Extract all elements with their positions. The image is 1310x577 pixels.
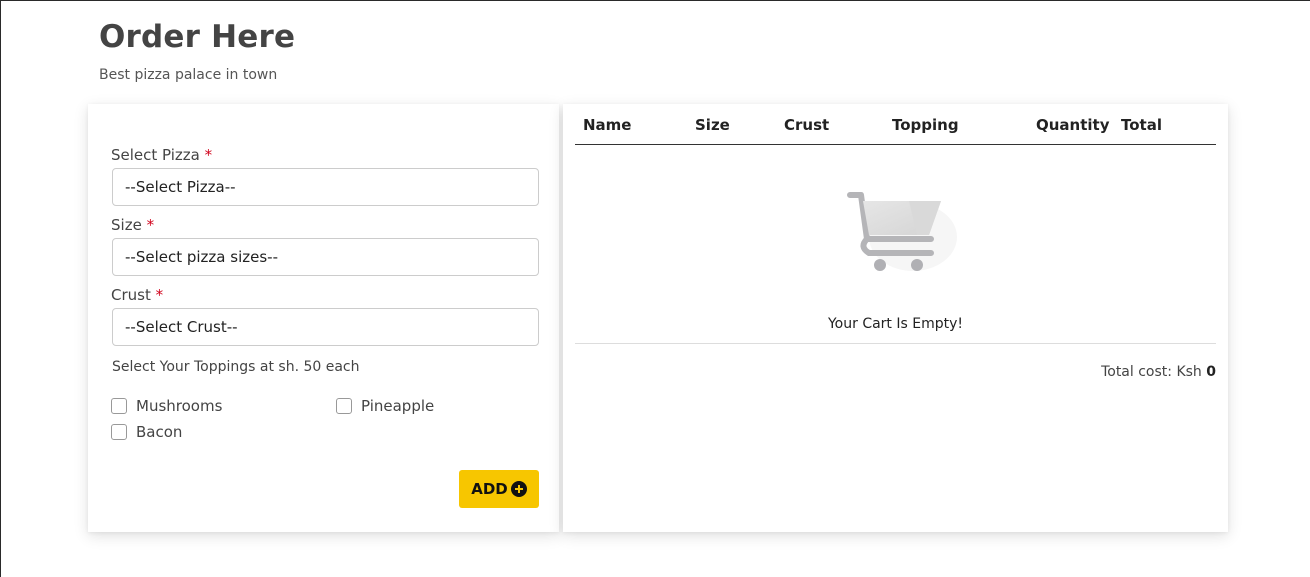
total-cost-value: 0 — [1206, 364, 1216, 380]
topping-bacon[interactable]: Bacon — [111, 423, 182, 441]
page-title: Order Here — [99, 19, 296, 55]
add-button-label: ADD — [471, 480, 508, 498]
column-header-total: Total — [1121, 116, 1162, 134]
toppings-label: Select Your Toppings at sh. 50 each — [112, 359, 360, 375]
shopping-cart-icon — [847, 192, 957, 271]
total-cost-label: Total cost: Ksh — [1101, 364, 1202, 380]
crust-label: Crust * — [111, 286, 163, 304]
total-cost: Total cost: Ksh 0 — [1101, 364, 1216, 380]
cart-card: Name Size Crust Topping Quantity Total Y… — [563, 104, 1228, 532]
size-label: Size * — [111, 216, 154, 234]
add-button[interactable]: ADD — [459, 470, 539, 508]
column-header-topping: Topping — [892, 116, 959, 134]
topping-pineapple[interactable]: Pineapple — [336, 397, 434, 415]
size-label-text: Size — [111, 216, 142, 234]
topping-label: Mushrooms — [136, 397, 223, 415]
pizza-select[interactable]: --Select Pizza-- — [112, 168, 539, 206]
required-marker: * — [155, 286, 164, 304]
column-header-crust: Crust — [784, 116, 830, 134]
crust-select[interactable]: --Select Crust-- — [112, 308, 539, 346]
pineapple-checkbox[interactable] — [336, 398, 352, 414]
column-header-size: Size — [695, 116, 730, 134]
pizza-label-text: Select Pizza — [111, 146, 200, 164]
mushrooms-checkbox[interactable] — [111, 398, 127, 414]
plus-circle-icon — [510, 481, 527, 497]
column-header-quantity: Quantity — [1036, 116, 1110, 134]
order-form-card: Select Pizza * --Select Pizza-- Size * -… — [88, 104, 559, 532]
column-header-name: Name — [583, 116, 632, 134]
pizza-label: Select Pizza * — [111, 146, 212, 164]
cart-divider — [575, 343, 1216, 344]
bacon-checkbox[interactable] — [111, 424, 127, 440]
required-marker: * — [146, 216, 155, 234]
crust-label-text: Crust — [111, 286, 151, 304]
required-marker: * — [204, 146, 213, 164]
table-header-divider — [575, 144, 1216, 145]
size-select[interactable]: --Select pizza sizes-- — [112, 238, 539, 276]
topping-label: Bacon — [136, 423, 183, 441]
page-header: Order Here Best pizza palace in town — [99, 19, 295, 83]
topping-label: Pineapple — [361, 397, 435, 415]
page-subtitle: Best pizza palace in town — [99, 67, 278, 83]
empty-cart-message: Your Cart Is Empty! — [827, 316, 964, 332]
topping-mushrooms[interactable]: Mushrooms — [111, 397, 222, 415]
